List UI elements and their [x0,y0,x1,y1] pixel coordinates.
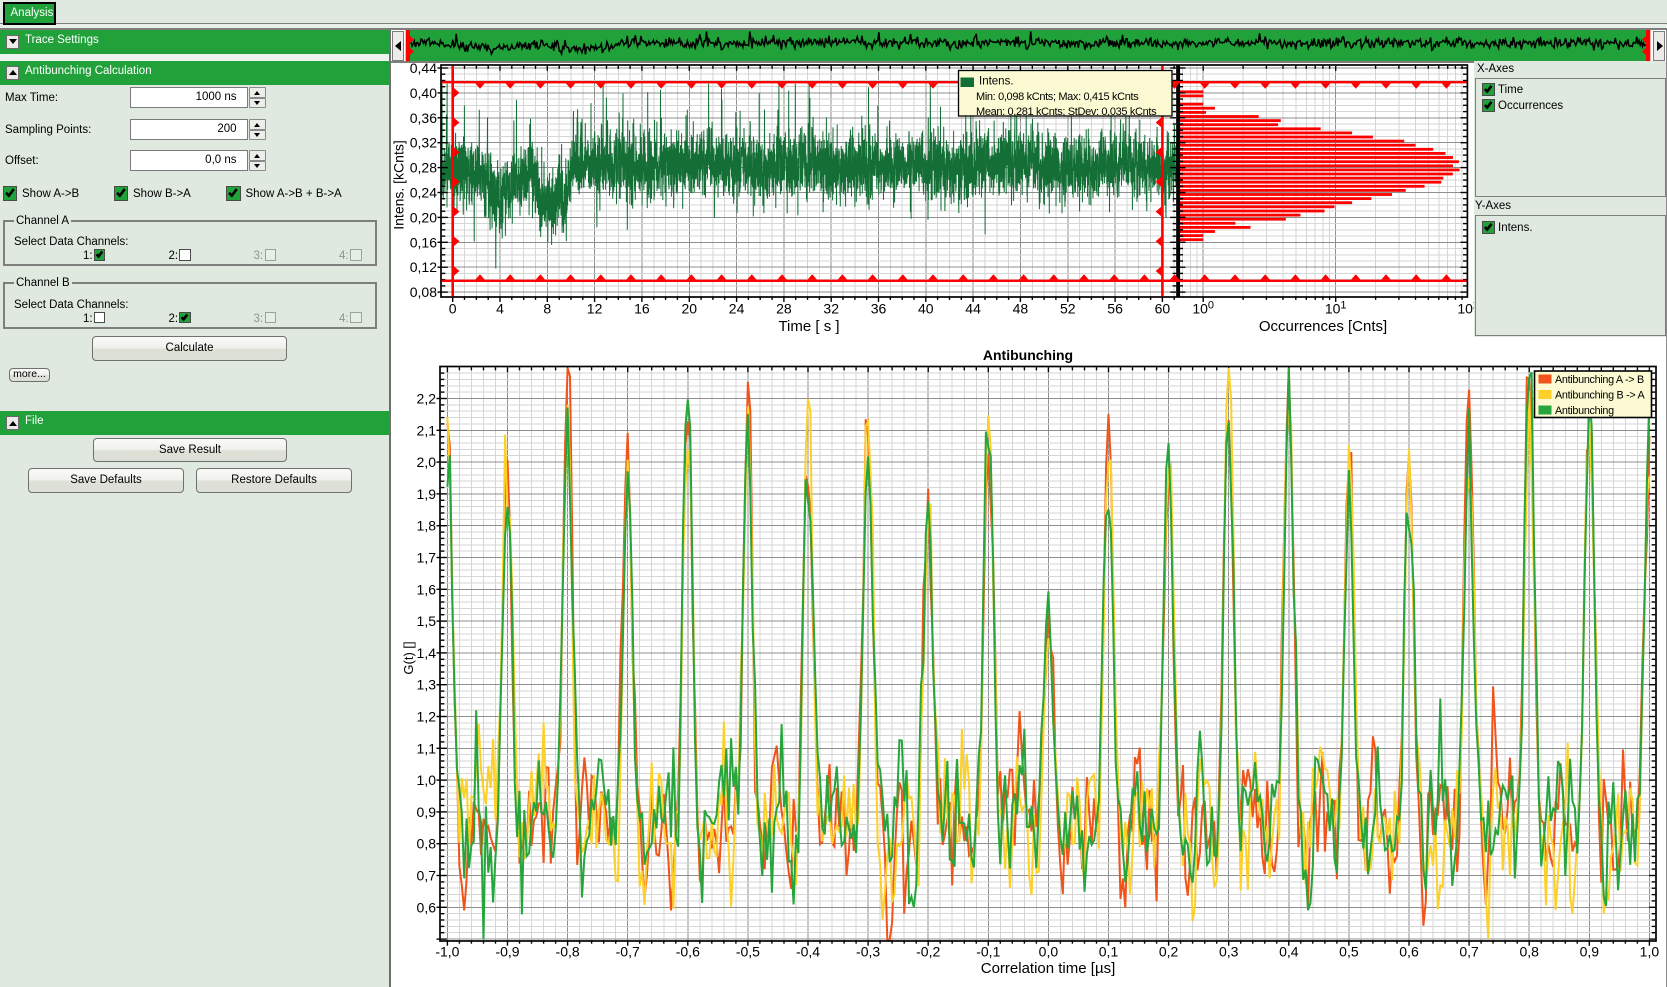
svg-text:16: 16 [634,301,650,317]
svg-text:0,28: 0,28 [410,160,437,176]
svg-text:1,3: 1,3 [417,677,437,693]
svg-text:Antibunching: Antibunching [983,347,1073,363]
svg-text:44: 44 [965,301,981,317]
svg-text:-1,0: -1,0 [435,944,459,960]
svg-text:G(t) []: G(t) [] [401,641,416,674]
svg-text:0,12: 0,12 [410,259,437,275]
svg-text:12: 12 [587,301,603,317]
svg-text:1,1: 1,1 [417,740,437,756]
svg-text:Correlation time [µs]: Correlation time [µs] [981,960,1116,977]
svg-text:60: 60 [1155,301,1171,317]
svg-text:Antibunching: Antibunching [1555,405,1614,417]
svg-text:20: 20 [682,301,698,317]
svg-text:101: 101 [1325,300,1347,317]
svg-text:0,36: 0,36 [410,110,437,126]
svg-text:1,9: 1,9 [417,486,437,502]
svg-text:-0,6: -0,6 [676,944,700,960]
svg-text:1,5: 1,5 [417,613,437,629]
svg-text:0,6: 0,6 [1399,944,1419,960]
svg-text:Occurrences [Cnts]: Occurrences [Cnts] [1259,318,1387,335]
svg-text:1,6: 1,6 [417,581,437,597]
svg-text:0,5: 0,5 [1339,944,1359,960]
svg-text:0,20: 0,20 [410,209,437,225]
svg-text:1,7: 1,7 [417,550,437,566]
svg-text:-0,3: -0,3 [856,944,880,960]
svg-text:0,08: 0,08 [410,284,437,300]
svg-text:0,7: 0,7 [417,868,437,884]
svg-text:2,1: 2,1 [417,422,437,438]
svg-text:-0,9: -0,9 [495,944,519,960]
svg-text:-0,8: -0,8 [556,944,580,960]
svg-text:Min: 0,098 kCnts; Max: 0,415 k: Min: 0,098 kCnts; Max: 0,415 kCnts [976,91,1139,103]
svg-text:0,6: 0,6 [417,899,437,915]
svg-text:56: 56 [1107,301,1123,317]
svg-text:Intens. [kCnts]: Intens. [kCnts] [391,140,407,229]
svg-text:4: 4 [496,301,504,317]
svg-text:-0,1: -0,1 [976,944,1000,960]
svg-text:0,2: 0,2 [1159,944,1179,960]
svg-text:0,8: 0,8 [1519,944,1539,960]
svg-text:Antibunching B -> A: Antibunching B -> A [1555,390,1646,402]
svg-text:2,2: 2,2 [417,391,437,407]
svg-text:1,0: 1,0 [1640,944,1660,960]
svg-text:2,0: 2,0 [417,454,437,470]
svg-text:Antibunching A -> B: Antibunching A -> B [1555,374,1644,386]
svg-text:0,32: 0,32 [410,135,437,151]
svg-text:-0,2: -0,2 [916,944,940,960]
svg-text:28: 28 [776,301,792,317]
svg-text:48: 48 [1013,301,1029,317]
svg-text:1,8: 1,8 [417,518,437,534]
svg-text:Intens.: Intens. [979,76,1014,88]
svg-text:-0,4: -0,4 [796,944,820,960]
svg-text:0,40: 0,40 [410,85,437,101]
svg-text:0,3: 0,3 [1219,944,1239,960]
svg-text:0,4: 0,4 [1279,944,1299,960]
svg-text:-0,5: -0,5 [736,944,760,960]
svg-text:1,4: 1,4 [417,645,437,661]
svg-text:0,9: 0,9 [1580,944,1600,960]
svg-text:0,0: 0,0 [1039,944,1059,960]
svg-text:32: 32 [823,301,839,317]
svg-text:52: 52 [1060,301,1076,317]
svg-text:-0,7: -0,7 [616,944,640,960]
svg-text:36: 36 [871,301,887,317]
svg-text:0,24: 0,24 [410,185,437,201]
svg-text:0,7: 0,7 [1459,944,1479,960]
svg-text:24: 24 [729,301,745,317]
svg-text:Time [ s ]: Time [ s ] [778,318,839,335]
svg-text:0,8: 0,8 [417,836,437,852]
svg-text:100: 100 [1192,300,1214,317]
svg-text:0,44: 0,44 [410,62,437,76]
svg-text:0,9: 0,9 [417,804,437,820]
svg-text:1,0: 1,0 [417,772,437,788]
svg-text:1,2: 1,2 [417,709,437,725]
svg-text:8: 8 [543,301,551,317]
svg-text:0: 0 [449,301,457,317]
svg-text:40: 40 [918,301,934,317]
svg-text:0,1: 0,1 [1099,944,1119,960]
svg-text:0,16: 0,16 [410,234,437,250]
svg-text:Mean: 0,281 kCnts; StDev: 0,03: Mean: 0,281 kCnts; StDev: 0,035 kCnts [976,106,1157,118]
